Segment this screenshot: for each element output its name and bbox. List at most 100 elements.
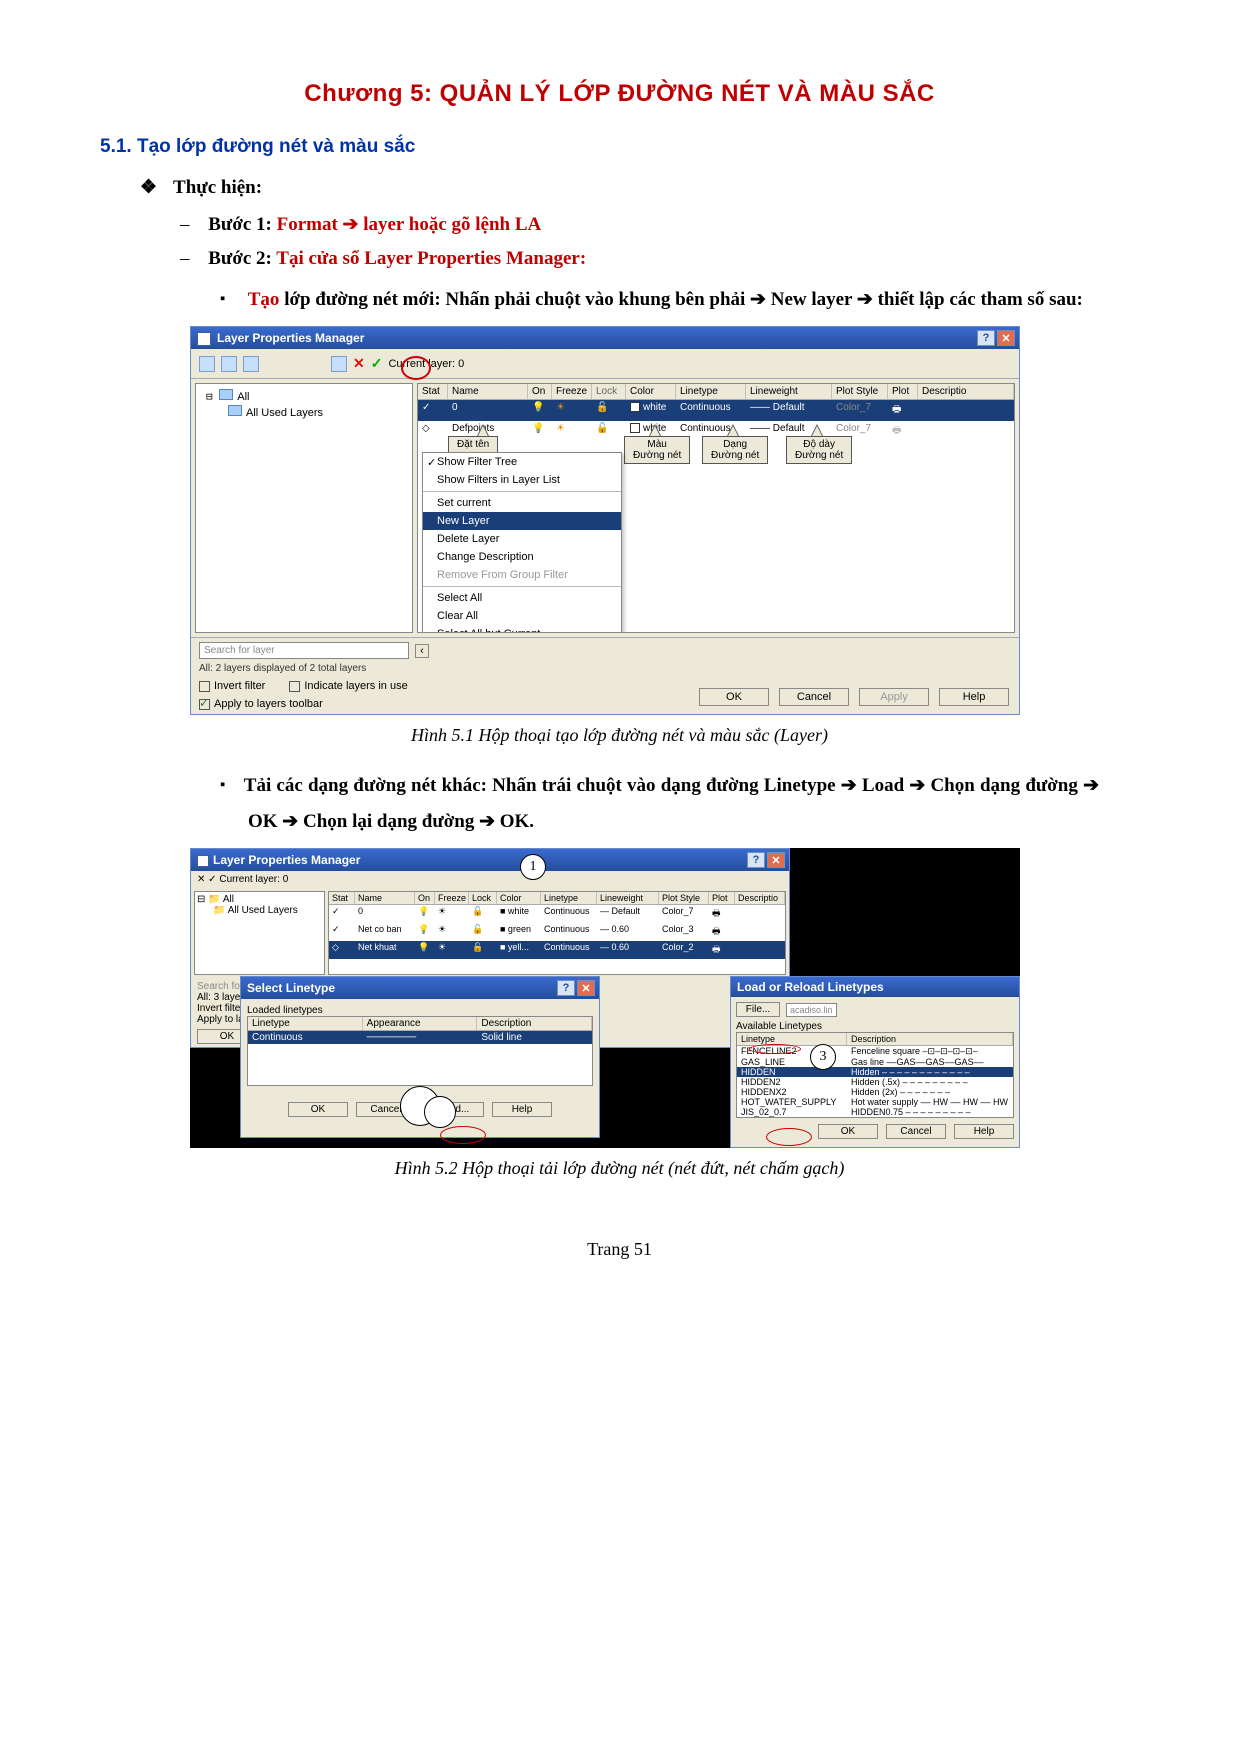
ll-help-button[interactable]: Help: [954, 1124, 1014, 1139]
close-icon[interactable]: ✕: [577, 980, 595, 996]
linetype-row[interactable]: HIDDENX2Hidden (2x) – – – – – – –: [737, 1087, 1013, 1097]
file-path: acadiso.lin: [786, 1003, 837, 1017]
context-menu[interactable]: Show Filter TreeShow Filters in Layer Li…: [422, 452, 622, 633]
bullet-thuchien: Thực hiện:: [140, 176, 1139, 199]
linetype-row[interactable]: HIDDENHidden – – – – – – – – – – – –: [737, 1067, 1013, 1077]
col[interactable]: Lineweight: [597, 892, 659, 904]
col-on[interactable]: On: [528, 384, 552, 399]
help-icon[interactable]: ?: [557, 980, 575, 996]
substep-1: Tạo lớp đường nét mới: Nhấn phải chuột v…: [220, 282, 1099, 318]
step1-red: Format ➔ layer hoặc gõ lệnh LA: [277, 214, 542, 235]
annot-datten: Đặt tên: [448, 436, 498, 453]
red-circle-new-layer: [401, 356, 431, 380]
col[interactable]: Plot Style: [659, 892, 709, 904]
linetype-row-continuous[interactable]: Continuous ─────── Solid line: [248, 1031, 592, 1044]
linetype-row[interactable]: GAS_LINEGas line ––GAS––GAS––GAS––: [737, 1057, 1013, 1067]
set-current-icon[interactable]: ✓: [371, 355, 383, 372]
file-button[interactable]: File...: [736, 1002, 780, 1017]
ctx-item[interactable]: Change Description: [423, 548, 621, 566]
page-number: Trang 51: [100, 1239, 1139, 1260]
apply-button[interactable]: Apply: [859, 688, 929, 706]
col[interactable]: Stat: [329, 892, 355, 904]
ok-button[interactable]: OK: [699, 688, 769, 706]
col[interactable]: Color: [497, 892, 541, 904]
col[interactable]: Descriptio: [735, 892, 785, 904]
layer-row[interactable]: ◇Net khuat💡☀🔓■ yell...Continuous— 0.60Co…: [329, 941, 785, 959]
loaded-linetypes-label: Loaded linetypes: [247, 1005, 593, 1016]
ll-ok-button[interactable]: OK: [818, 1124, 878, 1139]
layer-row[interactable]: ✓Net co ban💡☀🔓■ greenContinuous— 0.60Col…: [329, 923, 785, 941]
col-desc[interactable]: Descriptio: [918, 384, 1014, 399]
grid2[interactable]: StatNameOnFreezeLockColorLinetypeLinewei…: [328, 891, 786, 975]
ctx-item[interactable]: Show Filters in Layer List: [423, 471, 621, 489]
filter-tree[interactable]: ⊟ All All Used Layers: [195, 383, 413, 633]
ctx-item[interactable]: Select All but Current: [423, 625, 621, 633]
col-name[interactable]: Name: [448, 384, 528, 399]
step2-label: Bước 2:: [208, 248, 276, 269]
col-appearance[interactable]: Appearance: [363, 1017, 478, 1030]
delete-layer-icon[interactable]: ✕: [353, 355, 365, 372]
col-freeze[interactable]: Freeze: [552, 384, 592, 399]
cancel-button[interactable]: Cancel: [779, 688, 849, 706]
new-filter-icon[interactable]: [199, 356, 215, 372]
ctx-item[interactable]: Select All: [423, 589, 621, 607]
caption-5-2: Hình 5.2 Hộp thoại tải lớp đường nét (né…: [100, 1158, 1139, 1179]
sl-help-button[interactable]: Help: [492, 1102, 552, 1117]
help-button-icon-2[interactable]: ?: [747, 852, 765, 868]
states-icon[interactable]: [243, 356, 259, 372]
invert-filter-checkbox[interactable]: Invert filter: [199, 680, 265, 692]
col-lt-desc[interactable]: Description: [847, 1033, 1013, 1045]
set-current-icon[interactable]: ✓: [208, 874, 216, 885]
scroll-left-icon[interactable]: ‹: [415, 644, 429, 658]
linetype-row[interactable]: JIS_02_0.7HIDDEN0.75 – – – – – – – – –: [737, 1107, 1013, 1117]
ll-cancel-button[interactable]: Cancel: [886, 1124, 946, 1139]
delete-layer-icon[interactable]: ✕: [197, 874, 205, 885]
lpm2-title: Layer Properties Manager: [213, 853, 360, 867]
layer-row-0[interactable]: ✓ 0 💡 ☀ 🔓 white Continuous —— Default Co…: [418, 400, 1014, 421]
col[interactable]: On: [415, 892, 435, 904]
lpm2-titlebar: Layer Properties Manager ?✕: [191, 849, 789, 871]
col-plot[interactable]: Plot: [888, 384, 918, 399]
ctx-item[interactable]: Clear All: [423, 607, 621, 625]
apply-toolbar-checkbox[interactable]: Apply to layers toolbar: [199, 698, 323, 710]
ctx-item[interactable]: New Layer: [423, 512, 621, 530]
help-button[interactable]: Help: [939, 688, 1009, 706]
col-linetype[interactable]: Linetype: [676, 384, 746, 399]
col[interactable]: Lock: [469, 892, 497, 904]
col[interactable]: Plot: [709, 892, 735, 904]
col[interactable]: Name: [355, 892, 415, 904]
linetype-row[interactable]: HOT_WATER_SUPPLYHot water supply –– HW –…: [737, 1097, 1013, 1107]
tree-all[interactable]: All: [237, 391, 249, 403]
help-button-icon[interactable]: ?: [977, 330, 995, 346]
linetype-row[interactable]: HIDDEN2Hidden (.5x) – – – – – – – – –: [737, 1077, 1013, 1087]
col-description[interactable]: Description: [477, 1017, 592, 1030]
col-linetype[interactable]: Linetype: [248, 1017, 363, 1030]
close-icon[interactable]: ✕: [997, 330, 1015, 346]
new-group-icon[interactable]: [221, 356, 237, 372]
ctx-item[interactable]: Remove From Group Filter: [423, 566, 621, 584]
chapter-title: Chương 5: QUẢN LÝ LỚP ĐƯỜNG NÉT VÀ MÀU S…: [100, 80, 1139, 108]
ctx-item[interactable]: Set current: [423, 494, 621, 512]
loaded-linetypes-list[interactable]: Linetype Appearance Description Continuo…: [247, 1016, 593, 1086]
linetype-row[interactable]: JIS_02_1.0HIDDEN01 – – – – – – – – –: [737, 1117, 1013, 1118]
col[interactable]: Freeze: [435, 892, 469, 904]
layer-grid[interactable]: Stat Name On Freeze Lock Color Linetype …: [417, 383, 1015, 633]
search-input[interactable]: Search for layer: [199, 642, 409, 659]
invert-filter-2[interactable]: Invert filter: [197, 1003, 244, 1014]
col-lt[interactable]: Linetype: [737, 1033, 847, 1045]
col-lineweight[interactable]: Lineweight: [746, 384, 832, 399]
col-plotstyle[interactable]: Plot Style: [832, 384, 888, 399]
sl-ok-button[interactable]: OK: [288, 1102, 348, 1117]
col-color[interactable]: Color: [626, 384, 676, 399]
ctx-item[interactable]: Delete Layer: [423, 530, 621, 548]
col[interactable]: Linetype: [541, 892, 597, 904]
tree-all-used[interactable]: All Used Layers: [246, 407, 323, 419]
indicate-in-use-checkbox[interactable]: Indicate layers in use: [289, 680, 407, 692]
col-lock[interactable]: Lock: [592, 384, 626, 399]
new-layer-icon[interactable]: [331, 356, 347, 372]
layer-row[interactable]: ✓0💡☀🔓■ whiteContinuous— DefaultColor_7🖶: [329, 905, 785, 923]
close-icon-2[interactable]: ✕: [767, 852, 785, 868]
col-stat[interactable]: Stat: [418, 384, 448, 399]
tree2[interactable]: ⊟ 📁 All 📁 All Used Layers: [194, 891, 325, 975]
ctx-item[interactable]: Show Filter Tree: [423, 453, 621, 471]
